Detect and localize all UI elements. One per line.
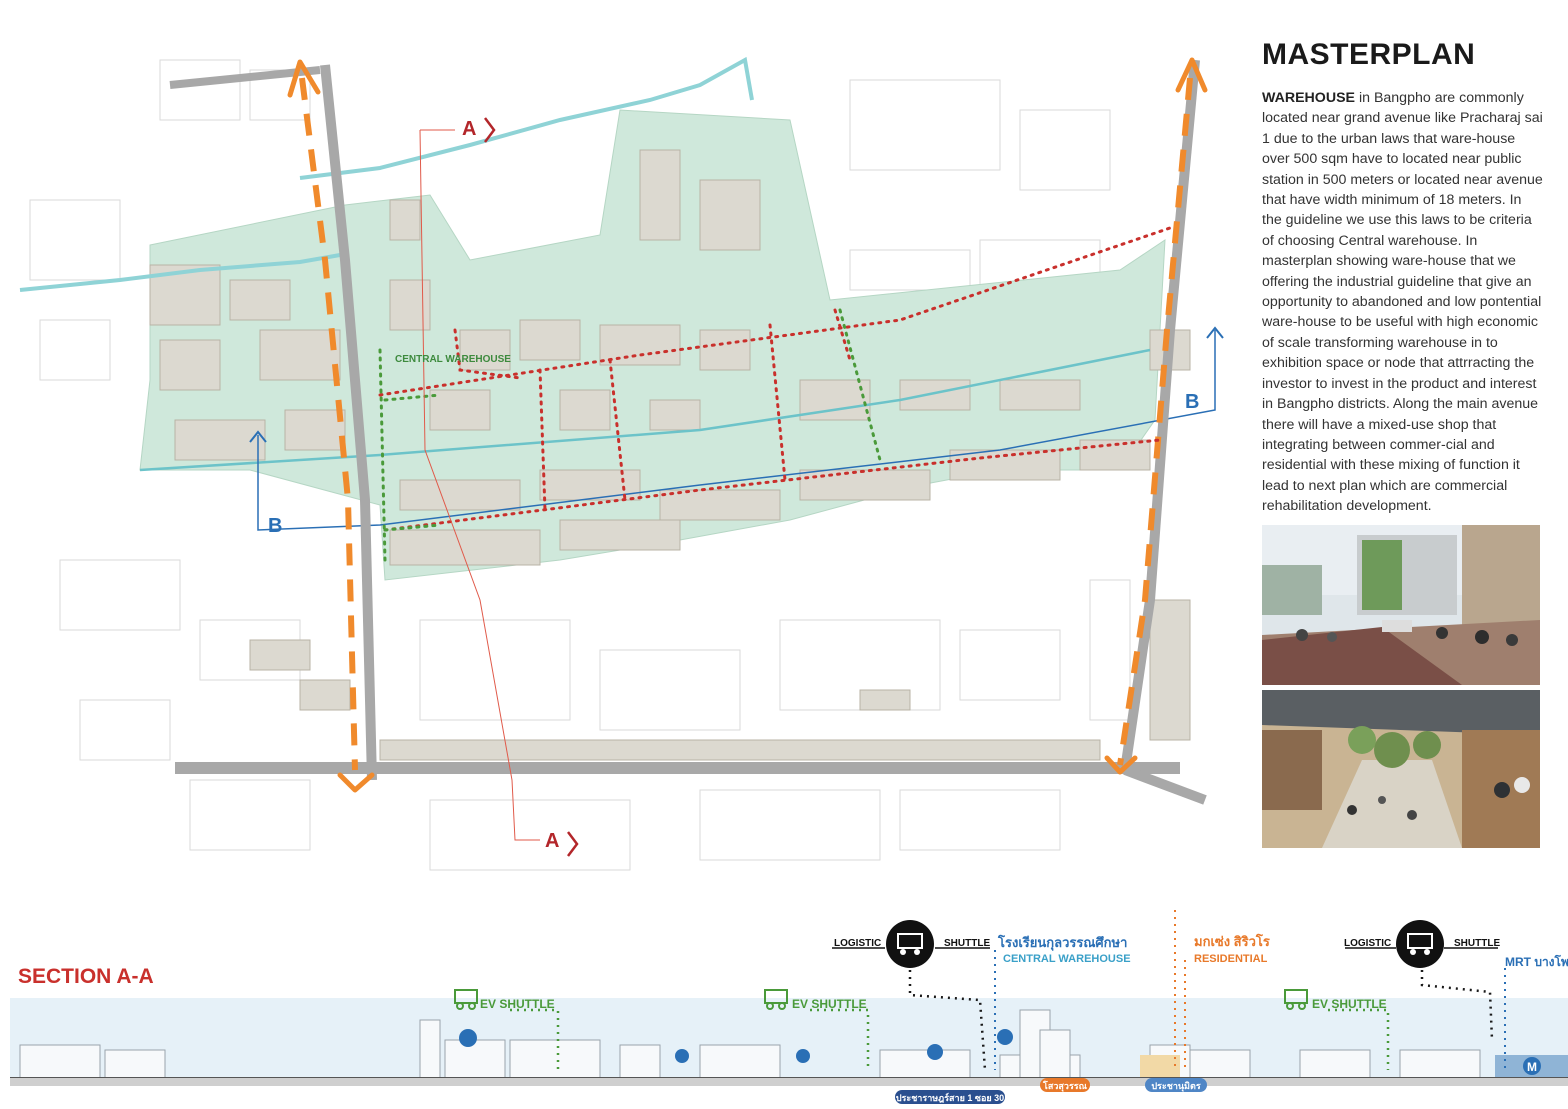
ev-label-3: EV SHUTTLE xyxy=(1312,997,1387,1011)
svg-text:ประชาราษฎร์สาย 1 ซอย 30: ประชาราษฎร์สาย 1 ซอย 30 xyxy=(896,1092,1004,1103)
residential-label: RESIDENTIAL xyxy=(1194,953,1268,965)
residential-thai-label: มกเซ่ง สิริวโร xyxy=(1194,933,1270,949)
ev-label-1: EV SHUTTLE xyxy=(480,997,555,1011)
section-b-left-label: B xyxy=(268,515,282,537)
page-title: MASTERPLAN xyxy=(1262,38,1476,71)
shuttle-label-1: SHUTTLE xyxy=(944,938,990,949)
description-paragraph: WAREHOUSE in Bangpho are commonly locate… xyxy=(1262,88,1544,517)
description-text: in Bangpho are commonly located near gra… xyxy=(1262,90,1543,515)
school-label: โรงเรียนกุลวรรณศึกษา xyxy=(997,934,1127,951)
mrt-label: MRT บางโพ xyxy=(1505,954,1568,969)
section-a-bottom-label: A xyxy=(545,830,559,852)
section-a-top-label: A xyxy=(462,118,476,140)
logistic-label-1: LOGISTIC xyxy=(834,938,881,949)
section-b-right-label: B xyxy=(1185,391,1199,413)
central-warehouse-label: CENTRAL WAREHOUSE xyxy=(1003,953,1131,965)
central-warehouse-label: CENTRAL WAREHOUSE xyxy=(395,354,511,365)
svg-text:ประชานุมิตร: ประชานุมิตร xyxy=(1151,1081,1200,1092)
logistic-shuttle-icon-1 xyxy=(886,920,934,968)
interior-render-image xyxy=(1262,690,1540,848)
street-render-image xyxy=(1262,525,1540,685)
section-a-a-drawing: M ประชาราษฎร์สาย 1 ซอย 30 โสวสุวรรณ ประช… xyxy=(10,910,1568,1104)
masterplan-map: CENTRAL WAREHOUSE A A B B xyxy=(19,56,1224,871)
section-a-bottom-arrow xyxy=(567,831,579,857)
svg-text:M: M xyxy=(1527,1060,1537,1074)
logistic-shuttle-icon-2 xyxy=(1396,920,1444,968)
description-bold: WAREHOUSE xyxy=(1262,90,1356,106)
shuttle-label-2: SHUTTLE xyxy=(1454,938,1500,949)
ev-label-2: EV SHUTTLE xyxy=(792,997,867,1011)
logistic-label-2: LOGISTIC xyxy=(1344,938,1391,949)
svg-text:โสวสุวรรณ: โสวสุวรรณ xyxy=(1042,1080,1088,1092)
